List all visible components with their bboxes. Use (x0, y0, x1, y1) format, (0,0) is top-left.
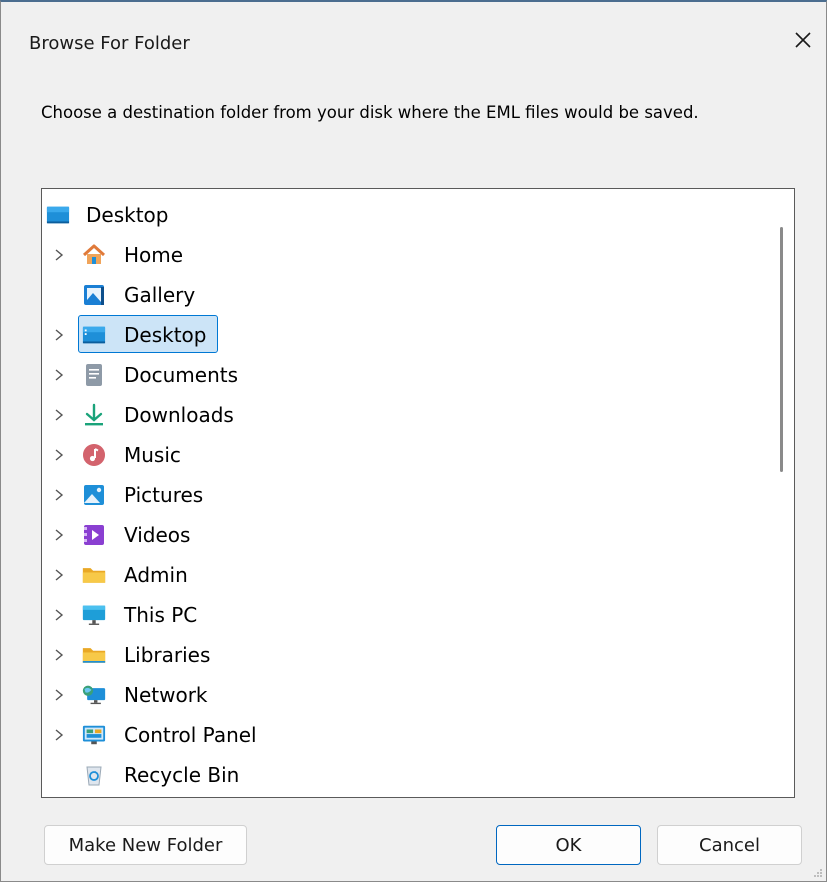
tree-item-label: Videos (124, 523, 191, 547)
music-icon (82, 443, 106, 467)
tree-item-label: Desktop (124, 323, 207, 347)
tree-item-label: Documents (124, 363, 239, 387)
tree-item-recycle-bin[interactable]: Recycle Bin (42, 755, 342, 795)
close-button[interactable] (780, 20, 826, 60)
chevron-right-icon[interactable] (52, 688, 66, 702)
tree-item-pictures[interactable]: Pictures (42, 475, 342, 515)
documents-icon (82, 363, 106, 387)
instruction-text: Choose a destination folder from your di… (41, 103, 699, 122)
vertical-scrollbar[interactable] (772, 189, 794, 797)
tree-item-documents[interactable]: Documents (42, 355, 342, 395)
tree-item-network[interactable]: Network (42, 675, 342, 715)
tree-item-label: Network (124, 683, 208, 707)
folder-tree[interactable]: Desktop Home Gallery Desktop Documents D… (41, 188, 795, 798)
libraries-icon (82, 643, 106, 667)
chevron-right-icon[interactable] (52, 368, 66, 382)
folder-icon (82, 563, 106, 587)
close-icon (795, 32, 811, 48)
downloads-icon (82, 403, 106, 427)
network-icon (82, 683, 106, 707)
tree-item-label: Home (124, 243, 184, 267)
chevron-right-icon[interactable] (52, 488, 66, 502)
tree-item-label: Desktop (86, 203, 169, 227)
chevron-right-icon[interactable] (52, 608, 66, 622)
tree-item-label: Gallery (124, 283, 196, 307)
chevron-right-icon[interactable] (52, 328, 66, 342)
resize-grip-icon[interactable] (813, 868, 823, 878)
tree-item-label: Control Panel (124, 723, 257, 747)
recycle-bin-icon (82, 763, 106, 787)
tree-item-label: Downloads (124, 403, 234, 427)
make-new-folder-button[interactable]: Make New Folder (44, 825, 247, 865)
tree-item-admin[interactable]: Admin (42, 555, 342, 595)
tree-item-this-pc[interactable]: This PC (42, 595, 342, 635)
tree-item-label: Recycle Bin (124, 763, 240, 787)
desktop-folder-icon (82, 323, 106, 347)
tree-item-home[interactable]: Home (42, 235, 342, 275)
tree-item-label: This PC (124, 603, 198, 627)
tree-item-videos[interactable]: Videos (42, 515, 342, 555)
tree-item-label: Admin (124, 563, 188, 587)
chevron-right-icon[interactable] (52, 568, 66, 582)
chevron-right-icon[interactable] (52, 408, 66, 422)
tree-item-label: Music (124, 443, 181, 467)
this-pc-icon (82, 603, 106, 627)
cancel-button[interactable]: Cancel (657, 825, 802, 865)
chevron-right-icon[interactable] (52, 728, 66, 742)
chevron-right-icon[interactable] (52, 448, 66, 462)
tree-item-desktop-root[interactable]: Desktop (42, 195, 342, 235)
tree-item-desktop[interactable]: Desktop (42, 315, 342, 355)
browse-for-folder-dialog: Browse For Folder Choose a destination f… (0, 0, 827, 882)
chevron-right-icon[interactable] (52, 528, 66, 542)
tree-item-downloads[interactable]: Downloads (42, 395, 342, 435)
home-icon (82, 243, 106, 267)
videos-icon (82, 523, 106, 547)
gallery-icon (82, 283, 106, 307)
title-bar: Browse For Folder (1, 2, 826, 62)
window-title: Browse For Folder (29, 33, 190, 54)
tree-item-control-panel[interactable]: Control Panel (42, 715, 342, 755)
tree-item-label: Libraries (124, 643, 211, 667)
ok-button[interactable]: OK (496, 825, 641, 865)
chevron-right-icon[interactable] (52, 248, 66, 262)
tree-item-libraries[interactable]: Libraries (42, 635, 342, 675)
pictures-icon (82, 483, 106, 507)
chevron-right-icon[interactable] (52, 648, 66, 662)
tree-item-label: Pictures (124, 483, 204, 507)
control-panel-icon (82, 723, 106, 747)
scrollbar-thumb[interactable] (780, 227, 783, 472)
desktop-folder-icon (46, 203, 70, 227)
tree-item-gallery[interactable]: Gallery (42, 275, 342, 315)
tree-item-music[interactable]: Music (42, 435, 342, 475)
